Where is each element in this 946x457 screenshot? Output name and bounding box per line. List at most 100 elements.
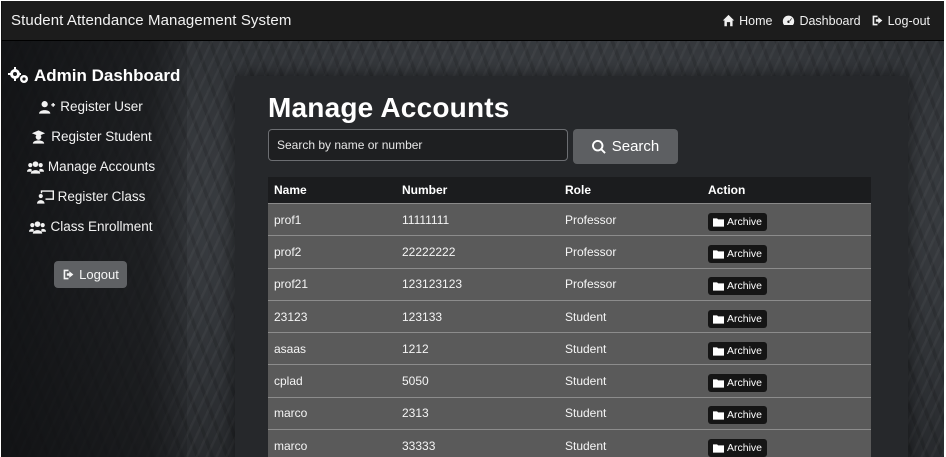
sidebar-item-register-student[interactable]: Register Student	[2, 129, 180, 144]
search-input[interactable]	[268, 129, 568, 161]
cell-role: Student	[565, 438, 607, 453]
cell-action: Archive	[702, 306, 871, 328]
cell-name: marco	[274, 406, 308, 421]
archive-button[interactable]: Archive	[708, 341, 768, 360]
archive-button[interactable]: Archive	[708, 438, 768, 457]
archive-button[interactable]: Archive	[708, 277, 768, 296]
dashboard-icon	[783, 15, 795, 25]
table-body: prof1 11111111 Professor Archive prof2 222222…	[268, 204, 871, 457]
sidebar-item-label: Register User	[60, 99, 143, 114]
cell-number: 5050	[402, 374, 429, 389]
top-navbar: Student Attendance Management System Hom…	[2, 1, 944, 41]
cell-role: Student	[565, 406, 607, 421]
sidebar-item-register-class[interactable]: Register Class	[2, 189, 180, 204]
sidebar-item-register-user[interactable]: Register User	[2, 99, 180, 114]
table-row: marco 33333 Student Archive	[268, 430, 871, 457]
cell-number: 123123123	[402, 277, 463, 292]
sidebar-item-manage-accounts[interactable]: Manage Accounts	[2, 159, 180, 174]
sidebar-item-label: Class Enrollment	[50, 219, 153, 234]
sidebar-item-label: Register Class	[57, 189, 146, 204]
sidebar-item-label: Register Student	[51, 129, 152, 144]
gears-icon	[8, 67, 28, 83]
cell-role: Student	[565, 374, 607, 389]
cell-action: Archive	[702, 241, 871, 263]
table-row: prof2 22222222 Professor Archive	[268, 236, 871, 269]
search-button-label: Search	[611, 138, 660, 155]
cell-name: prof21	[274, 277, 309, 292]
folder-icon	[713, 282, 724, 291]
cell-role: Professor	[565, 277, 617, 292]
archive-button-label: Archive	[727, 409, 763, 422]
home-icon	[722, 14, 735, 27]
cell-name: 23123	[274, 309, 308, 324]
archive-button-label: Archive	[727, 247, 763, 260]
cell-action: Archive	[702, 273, 871, 296]
folder-icon	[713, 444, 724, 453]
search-button[interactable]: Search	[573, 129, 678, 164]
page-title: Manage Accounts	[268, 92, 510, 123]
cell-number: 123133	[402, 309, 443, 324]
table-header: Name Number Role Action	[268, 177, 871, 204]
cell-role: Student	[565, 309, 607, 324]
cell-action: Archive	[702, 338, 871, 360]
cell-name: prof1	[274, 212, 302, 227]
cell-name: marco	[274, 438, 308, 453]
table-row: asaas 1212 Student Archive	[268, 333, 871, 366]
sidebar-item-label: Manage Accounts	[47, 159, 156, 174]
cell-number: 2313	[402, 406, 429, 421]
chalkboard-icon	[36, 189, 54, 204]
cell-name: prof2	[274, 244, 302, 259]
cell-role: Student	[565, 341, 607, 356]
cell-name: cplad	[274, 374, 303, 389]
users-icon	[29, 220, 47, 234]
archive-button-label: Archive	[727, 344, 763, 357]
search-icon	[591, 139, 606, 154]
archive-button[interactable]: Archive	[708, 244, 768, 263]
nav-logout-link[interactable]: Log-out	[871, 14, 930, 28]
archive-button[interactable]: Archive	[708, 309, 768, 328]
nav-dashboard-link[interactable]: Dashboard	[782, 14, 861, 28]
nav-home-label: Home	[739, 13, 773, 28]
folder-icon	[713, 217, 724, 227]
archive-button-label: Archive	[727, 441, 763, 454]
folder-icon	[713, 347, 724, 356]
nav-logout-label: Log-out	[887, 13, 930, 28]
logout-icon	[63, 269, 74, 280]
cell-action: Archive	[702, 402, 871, 425]
logout-icon	[872, 15, 882, 26]
archive-button-label: Archive	[727, 280, 763, 293]
archive-button[interactable]: Archive	[708, 406, 768, 425]
folder-icon	[713, 314, 724, 324]
column-header-number: Number	[402, 183, 448, 197]
folder-icon	[713, 250, 724, 259]
cell-action: Archive	[702, 370, 871, 393]
cell-number: 22222222	[402, 244, 456, 259]
folder-icon	[713, 379, 724, 388]
logout-button[interactable]: Logout	[54, 261, 127, 288]
archive-button-label: Archive	[727, 312, 763, 325]
cell-number: 1212	[402, 341, 429, 356]
archive-button-label: Archive	[727, 377, 763, 390]
column-header-role: Role	[565, 183, 592, 197]
column-header-action: Action	[708, 183, 746, 197]
nav-links: Home Dashboard Log-out	[722, 14, 930, 28]
archive-button[interactable]: Archive	[708, 374, 768, 393]
sidebar-item-class-enrollment[interactable]: Class Enrollment	[2, 219, 180, 234]
sidebar-title: Admin Dashboard	[8, 66, 180, 86]
users-icon	[26, 160, 44, 174]
table-row: prof21 123123123 Professor Archive	[268, 268, 871, 301]
cell-number: 11111111	[402, 212, 450, 227]
nav-home-link[interactable]: Home	[722, 14, 772, 28]
graduate-icon	[32, 129, 46, 144]
cell-action: Archive	[702, 435, 871, 457]
cell-role: Professor	[565, 244, 617, 259]
table-row: prof1 11111111 Professor Archive	[268, 204, 871, 237]
column-header-name: Name	[274, 183, 307, 197]
table-row: 23123 123133 Student Archive	[268, 300, 871, 334]
archive-button-label: Archive	[727, 215, 763, 228]
sidebar-title-label: Admin Dashboard	[34, 66, 181, 85]
table-row: marco 2313 Student Archive	[268, 397, 871, 431]
cell-action: Archive	[702, 209, 871, 231]
archive-button[interactable]: Archive	[708, 212, 768, 231]
cell-number: 33333	[402, 438, 436, 453]
